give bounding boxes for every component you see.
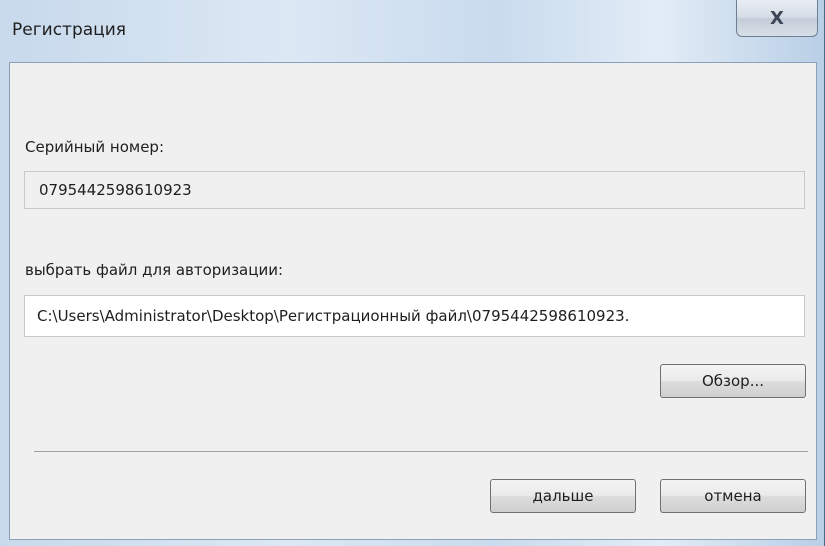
- serial-number-value: 0795442598610923: [39, 181, 192, 199]
- auth-file-label: выбрать файл для авторизации:: [25, 261, 284, 279]
- auth-file-path-value: C:\Users\Administrator\Desktop\Регистрац…: [37, 307, 630, 325]
- serial-number-label: Серийный номер:: [25, 138, 164, 156]
- serial-number-field: 0795442598610923: [24, 171, 805, 209]
- title-bar[interactable]: Регистрация X: [0, 0, 825, 62]
- close-button[interactable]: X: [736, 0, 818, 37]
- window-title: Регистрация: [12, 20, 126, 40]
- close-icon: X: [770, 7, 784, 29]
- divider: [34, 451, 808, 452]
- dialog-body: Серийный номер: 0795442598610923 выбрать…: [9, 62, 817, 540]
- browse-button[interactable]: Обзор...: [660, 364, 806, 398]
- cancel-button[interactable]: отмена: [660, 479, 806, 513]
- registration-dialog: Регистрация X Серийный номер: 0795442598…: [0, 0, 825, 546]
- next-button[interactable]: дальше: [490, 479, 636, 513]
- auth-file-path-input[interactable]: C:\Users\Administrator\Desktop\Регистрац…: [24, 295, 805, 337]
